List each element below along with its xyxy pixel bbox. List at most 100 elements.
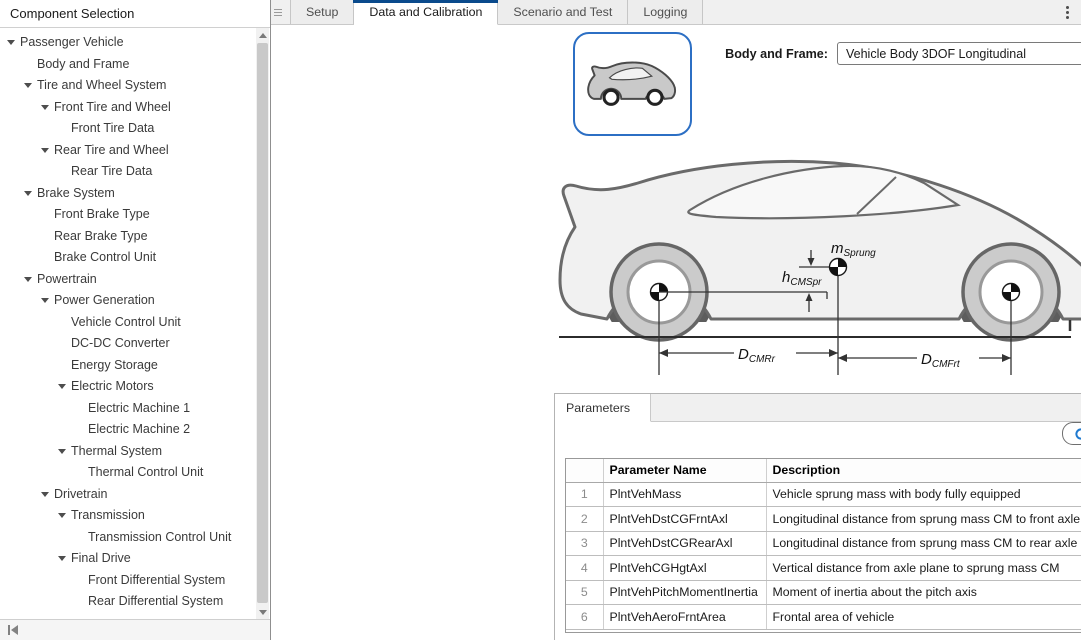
tree-item-label: Tire and Wheel System: [37, 75, 166, 97]
expand-collapse-icon[interactable]: [40, 298, 54, 303]
tree-item-label: Electric Machine 2: [88, 419, 190, 441]
parameter-name-cell: PlntVehCGHgtAxl: [603, 556, 766, 581]
reset-values-button[interactable]: Reset Values: [1062, 422, 1081, 445]
tree-scrollbar[interactable]: [256, 28, 269, 619]
row-index-cell: 4: [566, 556, 603, 581]
parameter-name-cell: PlntVehAeroFrntArea: [603, 605, 766, 630]
tree-item-transmission-control-unit[interactable]: Transmission Control Unit: [0, 527, 256, 549]
expand-collapse-icon[interactable]: [57, 556, 71, 561]
tree-item-label: Passenger Vehicle: [20, 32, 124, 54]
tree-item-label: Transmission Control Unit: [88, 527, 231, 549]
expand-collapse-icon[interactable]: [57, 384, 71, 389]
scroll-down-icon[interactable]: [256, 605, 269, 619]
table-row[interactable]: 1PlntVehMassVehicle sprung mass with bod…: [566, 482, 1081, 507]
tree-item-electric-machine-2[interactable]: Electric Machine 2: [0, 419, 256, 441]
panel-bottom-bar: [0, 619, 270, 640]
tab-scenario-and-test[interactable]: Scenario and Test: [498, 0, 628, 24]
body-frame-variant-button[interactable]: [573, 32, 692, 136]
table-row[interactable]: 4PlntVehCGHgtAxlVertical distance from a…: [566, 556, 1081, 581]
expand-collapse-icon[interactable]: [40, 492, 54, 497]
tree-item-brake-system[interactable]: Brake System: [0, 183, 256, 205]
col-header-parameter-name: Parameter Name: [603, 459, 766, 482]
row-index-cell: 1: [566, 482, 603, 507]
table-row[interactable]: 3PlntVehDstCGRearAxlLongitudinal distanc…: [566, 531, 1081, 556]
tree-item-dc-dc-converter[interactable]: DC-DC Converter: [0, 333, 256, 355]
tree-item-label: Energy Storage: [71, 355, 158, 377]
body-frame-dropdown[interactable]: Vehicle Body 3DOF Longitudinal: [837, 42, 1081, 65]
tree-item-label: Rear Differential System: [88, 591, 223, 613]
tree-item-label: Front Tire Data: [71, 118, 154, 140]
tree-item-label: Vehicle Control Unit: [71, 312, 181, 334]
tab-logging[interactable]: Logging: [628, 0, 703, 24]
tab-setup[interactable]: Setup: [290, 0, 354, 24]
tree-item-power-generation[interactable]: Power Generation: [0, 290, 256, 312]
tree-item-label: Rear Brake Type: [54, 226, 148, 248]
tree-item-front-tire-data[interactable]: Front Tire Data: [0, 118, 256, 140]
tree-item-passenger-vehicle[interactable]: Passenger Vehicle: [0, 32, 256, 54]
tree-item-label: DC-DC Converter: [71, 333, 170, 355]
tree-item-label: Transmission: [71, 505, 145, 527]
tree-item-final-drive[interactable]: Final Drive: [0, 548, 256, 570]
tree-item-tire-and-wheel-system[interactable]: Tire and Wheel System: [0, 75, 256, 97]
tree-item-rear-differential-system[interactable]: Rear Differential System: [0, 591, 256, 613]
expand-collapse-icon[interactable]: [6, 40, 20, 45]
table-row[interactable]: 6PlntVehAeroFrntAreaFrontal area of vehi…: [566, 605, 1081, 630]
tree-item-label: Thermal Control Unit: [88, 462, 203, 484]
description-cell: Vertical distance from axle plane to spr…: [766, 556, 1081, 581]
row-index-cell: 2: [566, 507, 603, 532]
main-area: SetupData and CalibrationScenario and Te…: [271, 0, 1081, 640]
parameter-name-cell: PlntVehPitchMomentInertia: [603, 580, 766, 605]
expand-collapse-icon[interactable]: [40, 148, 54, 153]
tree-item-front-differential-system[interactable]: Front Differential System: [0, 570, 256, 592]
tree-item-brake-control-unit[interactable]: Brake Control Unit: [0, 247, 256, 269]
parameter-name-cell: PlntVehDstCGFrntAxl: [603, 507, 766, 532]
expand-collapse-icon[interactable]: [23, 277, 37, 282]
tree-item-label: Electric Machine 1: [88, 398, 190, 420]
parameter-name-cell: PlntVehMass: [603, 482, 766, 507]
tree-item-rear-tire-data[interactable]: Rear Tire Data: [0, 161, 256, 183]
tree-item-transmission[interactable]: Transmission: [0, 505, 256, 527]
col-header-description: Description: [766, 459, 1081, 482]
tree-item-label: Front Differential System: [88, 570, 225, 592]
car-icon: [586, 59, 680, 109]
tree-item-label: Rear Tire Data: [71, 161, 152, 183]
component-tree: Passenger VehicleBody and FrameTire and …: [0, 28, 256, 619]
expand-collapse-icon[interactable]: [23, 191, 37, 196]
expand-collapse-icon[interactable]: [57, 449, 71, 454]
splitter-grip-icon[interactable]: [274, 0, 288, 24]
tree-item-powertrain[interactable]: Powertrain: [0, 269, 256, 291]
expand-collapse-icon[interactable]: [57, 513, 71, 518]
tab-data-and-calibration[interactable]: Data and Calibration: [354, 0, 498, 25]
tree-item-rear-brake-type[interactable]: Rear Brake Type: [0, 226, 256, 248]
tree-item-vehicle-control-unit[interactable]: Vehicle Control Unit: [0, 312, 256, 334]
tree-item-label: Thermal System: [71, 441, 162, 463]
tree-item-front-brake-type[interactable]: Front Brake Type: [0, 204, 256, 226]
tree-item-rear-tire-and-wheel[interactable]: Rear Tire and Wheel: [0, 140, 256, 162]
tree-item-thermal-system[interactable]: Thermal System: [0, 441, 256, 463]
body-frame-label: Body and Frame:: [701, 47, 828, 61]
reset-icon: [1074, 427, 1081, 441]
tree-item-energy-storage[interactable]: Energy Storage: [0, 355, 256, 377]
scroll-up-icon[interactable]: [256, 28, 269, 42]
tree-scrollbar-thumb[interactable]: [257, 43, 268, 603]
tree-item-electric-motors[interactable]: Electric Motors: [0, 376, 256, 398]
tree-item-label: Body and Frame: [37, 54, 129, 76]
tree-item-body-and-frame[interactable]: Body and Frame: [0, 54, 256, 76]
table-row[interactable]: 2PlntVehDstCGFrntAxlLongitudinal distanc…: [566, 507, 1081, 532]
expand-collapse-icon[interactable]: [23, 83, 37, 88]
kebab-menu-icon[interactable]: [1059, 3, 1075, 21]
tabs: SetupData and CalibrationScenario and Te…: [290, 0, 703, 24]
tree-item-front-tire-and-wheel[interactable]: Front Tire and Wheel: [0, 97, 256, 119]
tree-item-electric-machine-1[interactable]: Electric Machine 1: [0, 398, 256, 420]
expand-collapse-icon[interactable]: [40, 105, 54, 110]
parameter-name-cell: PlntVehDstCGRearAxl: [603, 531, 766, 556]
tree-item-thermal-control-unit[interactable]: Thermal Control Unit: [0, 462, 256, 484]
parameters-table: Parameter Name Description Units Value 1…: [565, 458, 1081, 633]
tab-bar: SetupData and CalibrationScenario and Te…: [271, 0, 1081, 25]
tree-item-label: Rear Tire and Wheel: [54, 140, 169, 162]
collapse-panel-icon[interactable]: [8, 625, 18, 635]
tree-item-drivetrain[interactable]: Drivetrain: [0, 484, 256, 506]
table-row[interactable]: 5PlntVehPitchMomentInertiaMoment of iner…: [566, 580, 1081, 605]
component-selection-panel: Component Selection Passenger VehicleBod…: [0, 0, 271, 640]
tab-parameters[interactable]: Parameters: [555, 394, 651, 422]
